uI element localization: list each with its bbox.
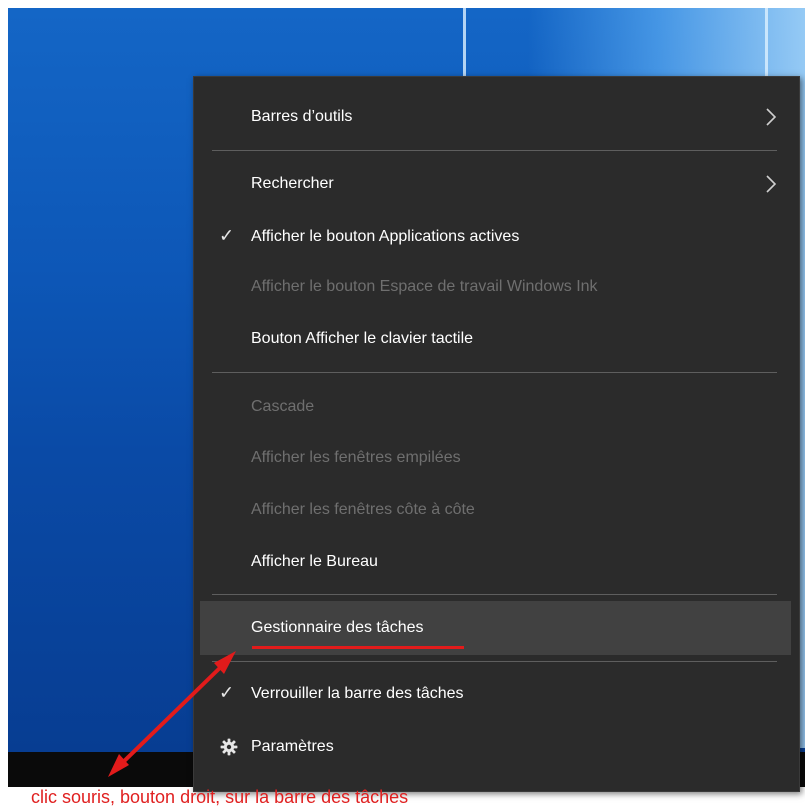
- annotation-caption: clic souris, bouton droit, sur la barre …: [31, 787, 409, 807]
- annotation-arrow: [108, 651, 236, 777]
